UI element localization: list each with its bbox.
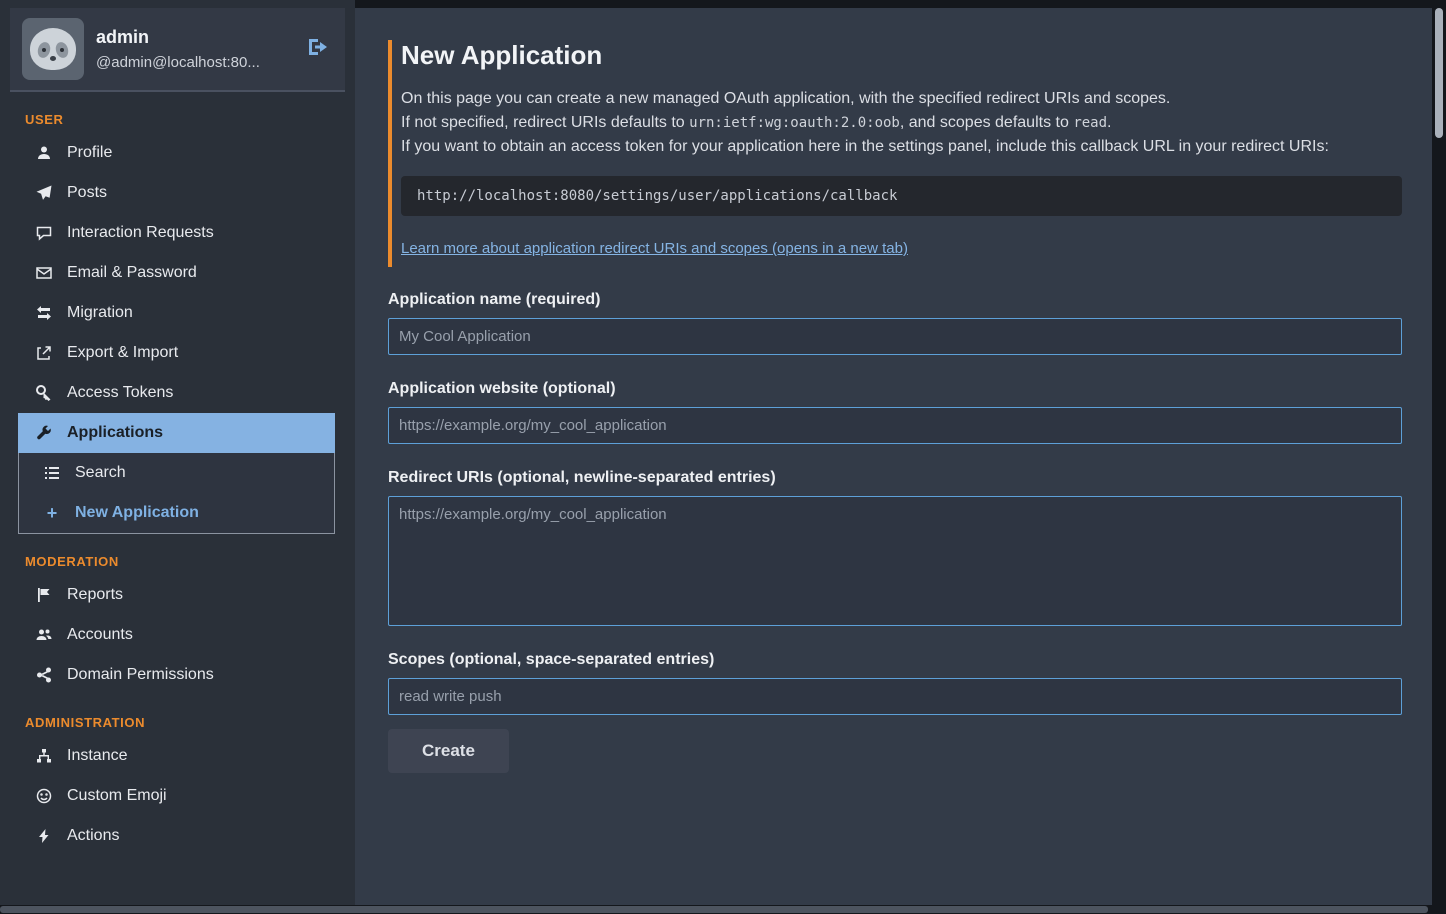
vertical-scrollbar-track — [1432, 0, 1446, 905]
main-panel: New Application On this page you can cre… — [355, 8, 1432, 905]
sidebar-item-label: Domain Permissions — [67, 666, 214, 684]
inline-code-read: read — [1073, 115, 1107, 131]
wrench-icon — [35, 425, 53, 441]
application-name-label: Application name (required) — [388, 291, 1402, 309]
sidebar-item-search[interactable]: Search — [19, 453, 334, 493]
sidebar-item-email-password[interactable]: Email & Password — [0, 253, 355, 293]
sidebar-item-domain-permissions[interactable]: Domain Permissions — [0, 655, 355, 695]
field-application-name: Application name (required) — [388, 291, 1402, 355]
sidebar-item-label: Custom Emoji — [67, 787, 167, 805]
envelope-lock-icon — [35, 265, 53, 281]
field-scopes: Scopes (optional, space-separated entrie… — [388, 651, 1402, 715]
avatar — [22, 18, 84, 80]
section-title-moderation: MODERATION — [25, 554, 355, 569]
sidebar-item-accounts[interactable]: Accounts — [0, 615, 355, 655]
sidebar-item-instance[interactable]: Instance — [0, 736, 355, 776]
field-application-website: Application website (optional) — [388, 380, 1402, 444]
sidebar-item-label: Search — [75, 464, 126, 482]
page-intro: New Application On this page you can cre… — [388, 40, 1402, 267]
comment-icon — [35, 225, 53, 241]
users-icon — [35, 627, 53, 643]
page-title: New Application — [401, 40, 1402, 71]
sidebar-item-label: Export & Import — [67, 344, 178, 362]
sidebar-item-label: Applications — [67, 424, 163, 442]
sidebar-item-migration[interactable]: Migration — [0, 293, 355, 333]
section-title-user: USER — [25, 112, 355, 127]
description-line-2: If not specified, redirect URIs defaults… — [401, 111, 1402, 135]
sidebar-item-label: Interaction Requests — [67, 224, 214, 242]
sidebar-item-custom-emoji[interactable]: Custom Emoji — [0, 776, 355, 816]
sidebar-item-label: Profile — [67, 144, 112, 162]
vertical-scrollbar-thumb[interactable] — [1435, 8, 1443, 138]
bolt-icon — [35, 828, 53, 844]
application-website-input[interactable] — [388, 407, 1402, 444]
user-icon — [35, 145, 53, 161]
flag-icon — [35, 587, 53, 603]
applications-submenu: Search + New Application — [18, 453, 335, 534]
sidebar-item-new-application[interactable]: + New Application — [19, 493, 334, 533]
sidebar-item-applications[interactable]: Applications — [18, 413, 335, 453]
sidebar-item-profile[interactable]: Profile — [0, 133, 355, 173]
logout-icon[interactable] — [303, 33, 333, 66]
sidebar-item-label: Access Tokens — [67, 384, 173, 402]
sidebar-item-access-tokens[interactable]: Access Tokens — [0, 373, 355, 413]
user-name: admin — [96, 27, 291, 48]
sidebar-item-label: New Application — [75, 504, 199, 522]
callback-url-code-block: http://localhost:8080/settings/user/appl… — [401, 176, 1402, 216]
smiley-icon — [35, 788, 53, 804]
learn-more-link[interactable]: Learn more about application redirect UR… — [401, 240, 908, 257]
sidebar-item-actions[interactable]: Actions — [0, 816, 355, 856]
user-meta: admin @admin@localhost:80... — [96, 27, 291, 71]
sidebar-item-export-import[interactable]: Export & Import — [0, 333, 355, 373]
create-button[interactable]: Create — [388, 729, 509, 773]
sidebar-item-label: Posts — [67, 184, 107, 202]
arrows-left-right-icon — [35, 305, 53, 321]
plus-icon: + — [43, 504, 61, 522]
redirect-uris-textarea[interactable] — [388, 496, 1402, 626]
sidebar-item-label: Migration — [67, 304, 133, 322]
user-handle: @admin@localhost:80... — [96, 54, 291, 71]
sidebar-item-label: Accounts — [67, 626, 133, 644]
scopes-input[interactable] — [388, 678, 1402, 715]
horizontal-scrollbar-thumb[interactable] — [0, 906, 1428, 913]
export-icon — [35, 345, 53, 361]
sidebar-item-interaction-requests[interactable]: Interaction Requests — [0, 213, 355, 253]
sidebar-item-label: Email & Password — [67, 264, 197, 282]
redirect-uris-label: Redirect URIs (optional, newline-separat… — [388, 469, 1402, 487]
applications-group: Applications Search + New Application — [18, 413, 335, 534]
sidebar-item-posts[interactable]: Posts — [0, 173, 355, 213]
inline-code-oob: urn:ietf:wg:oauth:2.0:oob — [689, 115, 900, 131]
sidebar-item-label: Instance — [67, 747, 127, 765]
list-icon — [43, 465, 61, 481]
application-website-label: Application website (optional) — [388, 380, 1402, 398]
sidebar-item-label: Actions — [67, 827, 119, 845]
field-redirect-uris: Redirect URIs (optional, newline-separat… — [388, 469, 1402, 626]
new-application-page: New Application On this page you can cre… — [355, 8, 1432, 773]
share-nodes-icon — [35, 667, 53, 683]
sitemap-icon — [35, 748, 53, 764]
description-line-3: If you want to obtain an access token fo… — [401, 135, 1402, 159]
sidebar-item-reports[interactable]: Reports — [0, 575, 355, 615]
horizontal-scrollbar-track — [0, 905, 1446, 914]
new-application-form: Application name (required) Application … — [388, 291, 1402, 773]
section-title-administration: ADMINISTRATION — [25, 715, 355, 730]
description-line-1: On this page you can create a new manage… — [401, 87, 1402, 111]
sidebar-item-label: Reports — [67, 586, 123, 604]
application-name-input[interactable] — [388, 318, 1402, 355]
scopes-label: Scopes (optional, space-separated entrie… — [388, 651, 1402, 669]
sidebar: admin @admin@localhost:80... USER Profil… — [0, 0, 355, 905]
key-icon — [35, 385, 53, 401]
paper-plane-icon — [35, 185, 53, 201]
user-card: admin @admin@localhost:80... — [10, 8, 345, 92]
